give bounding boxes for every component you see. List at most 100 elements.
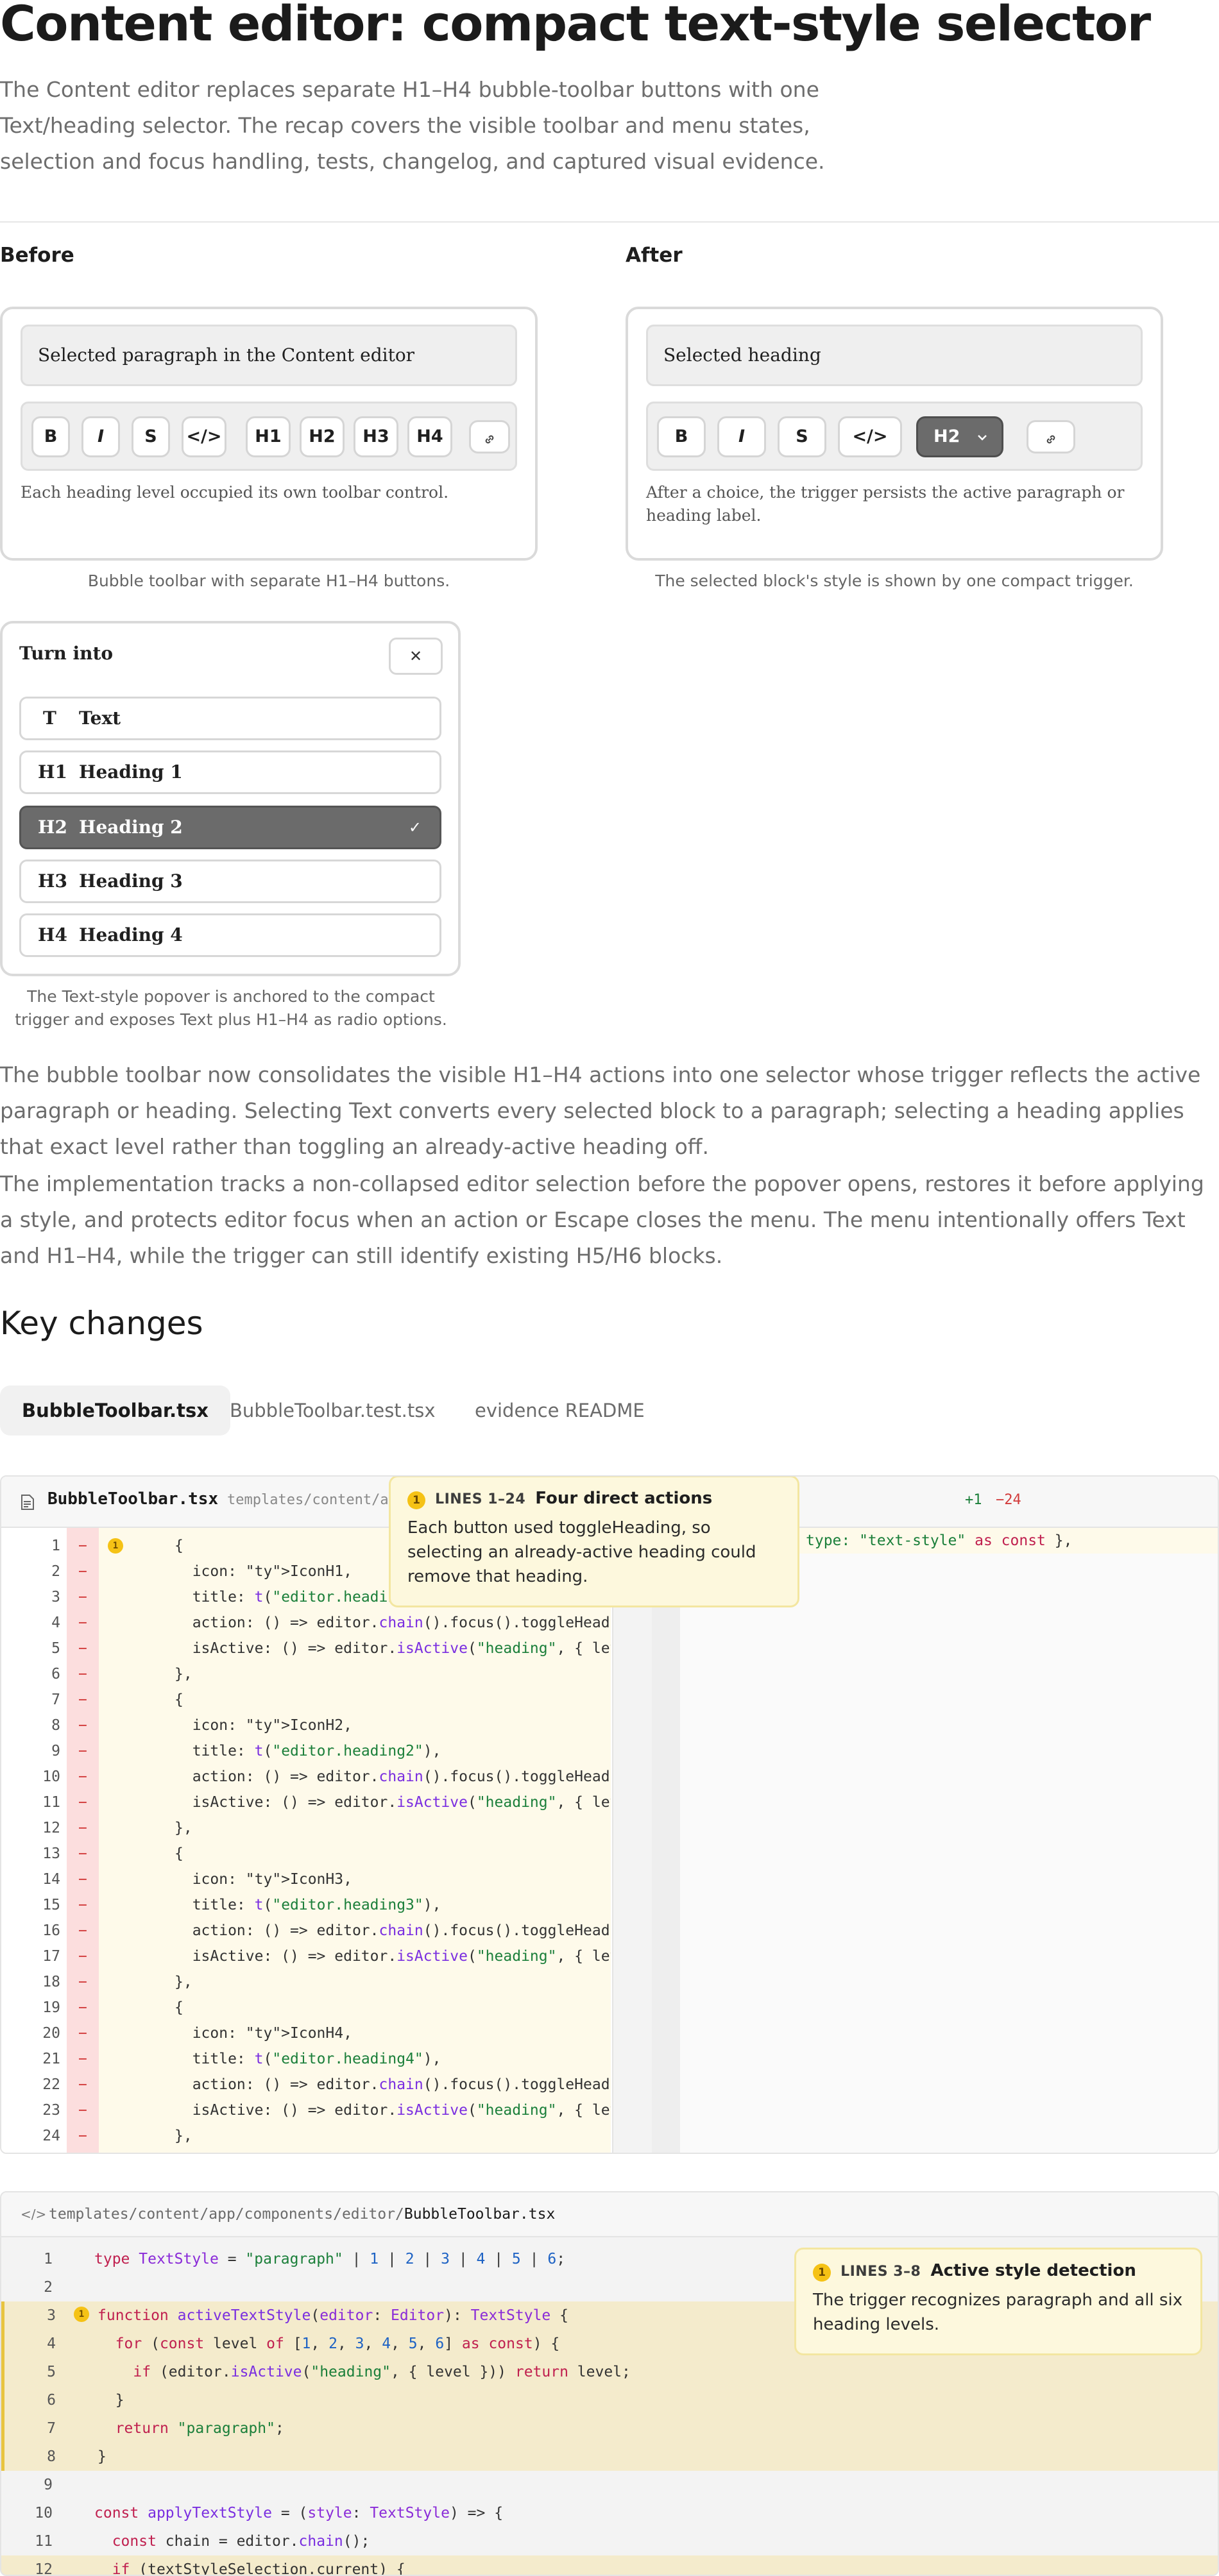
menu-item-heading-2[interactable]: H2 Heading 2 ✓ — [19, 806, 441, 849]
code-text: }, — [175, 1974, 192, 1990]
code-text: action: () => editor.chain().focus().tog… — [175, 1922, 611, 1939]
menu-item-text[interactable]: T Text — [19, 697, 441, 740]
before-caption: Bubble toolbar with separate H1–H4 butto… — [87, 572, 450, 590]
code-path: templates/content/app/components/editor/… — [49, 2206, 556, 2223]
removed-marker: − — [78, 1794, 87, 1811]
diff-viewer: BubbleToolbar.tsx templates/content/a +1… — [0, 1475, 1219, 2154]
close-button[interactable]: ✕ — [389, 638, 443, 675]
menu-caption: The Text-style popover is anchored to th… — [15, 987, 447, 1029]
link-button[interactable] — [469, 420, 510, 453]
code-text: icon: "ty">IconH3, — [175, 1871, 352, 1888]
code-text: { — [175, 1845, 183, 1862]
line-number: 17 — [42, 1948, 60, 1965]
diff-file-name: BubbleToolbar.tsx — [47, 1489, 219, 1509]
code-text: title: t("editor.heading2"), — [175, 1743, 441, 1759]
after-note: After a choice, the trigger persists the… — [646, 483, 1125, 525]
close-icon: ✕ — [409, 647, 423, 665]
removed-marker: − — [78, 1717, 87, 1734]
code-text: }, — [175, 1666, 192, 1682]
line-number: 13 — [42, 1845, 60, 1862]
line-number: 8 — [51, 1717, 60, 1734]
removed-marker: − — [78, 1820, 87, 1836]
diff-line: 4 − action: () => editor.chain().focus().… — [1, 1610, 611, 1636]
line-number: 1 — [51, 1538, 60, 1554]
italic-button[interactable]: I — [81, 416, 120, 457]
callout-body: Each button used toggleHeading, so selec… — [407, 1518, 756, 1586]
code-line: 12 if (textStyleSelection.current) { — [1, 2555, 1218, 2575]
line-number: 24 — [42, 2128, 60, 2144]
diff-line: 13 − { — [1, 1841, 611, 1867]
menu-item-heading-3[interactable]: H3 Heading 3 — [19, 860, 441, 903]
code-icon: </> — [21, 2207, 47, 2222]
right-code-line: type: "text-style" as const }, — [806, 1532, 1073, 1549]
tab-bubbletoolbar[interactable]: BubbleToolbar.tsx — [0, 1385, 230, 1436]
code-button[interactable]: </> — [182, 416, 226, 457]
code-text: isActive: () => editor.isActive("heading… — [175, 1640, 611, 1657]
diff-line: 16 − action: () => editor.chain().focus()… — [1, 1918, 611, 1944]
menu-item-label: Heading 2 — [79, 817, 183, 838]
removed-marker: − — [78, 2128, 87, 2144]
code-line: 7 return "paragraph"; — [1, 2414, 1218, 2443]
removed-marker: − — [78, 1640, 87, 1657]
code-text: action: () => editor.chain().focus().tog… — [175, 2076, 611, 2093]
h1-button[interactable]: H1 — [246, 416, 291, 457]
removed-marker: − — [78, 1614, 87, 1631]
after-toolbar: B I S </> H2 — [646, 402, 1143, 471]
bold-button[interactable]: B — [31, 416, 70, 457]
menu-item-heading-4[interactable]: H4 Heading 4 — [19, 913, 441, 957]
line-number: 6 — [51, 1666, 60, 1682]
italic-button[interactable]: I — [717, 416, 766, 457]
h2-button[interactable]: H2 — [300, 416, 345, 457]
code-text: { — [175, 1999, 183, 2016]
diff-line: 23 − isActive: () => editor.isActive("hea… — [1, 2097, 611, 2123]
line-gutter — [613, 1528, 652, 2153]
popover-title: Turn into — [19, 643, 114, 664]
diff-added-count: +1 — [965, 1492, 982, 1508]
h3-button[interactable]: H3 — [354, 416, 398, 457]
diff-left-pane: 1−{1 2− icon: "ty">IconH1, 3− title: t("ed… — [1, 1528, 611, 2153]
line-number: 22 — [42, 2076, 60, 2093]
diff-line: 19 − { — [1, 1995, 611, 2021]
after-card: Selected heading B I S </> H2 After a ch… — [626, 307, 1163, 561]
h4-icon: H4 — [38, 924, 67, 945]
diff-line: 9 − title: t("editor.heading2"), — [1, 1738, 611, 1764]
marker-gutter — [652, 1528, 680, 2153]
strike-button[interactable]: S — [132, 416, 170, 457]
diff-line: 10 − action: () => editor.chain().focus()… — [1, 1764, 611, 1790]
code-header: </> templates/content/app/components/edi… — [1, 2192, 1218, 2237]
callout-badge: 1 — [407, 1491, 425, 1509]
removed-marker: − — [78, 2051, 87, 2067]
diff-line: 7 − { — [1, 1687, 611, 1713]
code-text: action: () => editor.chain().focus().tog… — [175, 1614, 611, 1631]
diff-line: 6 −}, — [1, 1661, 611, 1687]
code-line: 9 — [44, 2477, 53, 2493]
removed-marker: − — [78, 1948, 87, 1965]
removed-marker: − — [78, 1974, 87, 1990]
check-icon: ✓ — [408, 818, 422, 836]
line-number: 9 — [51, 1743, 60, 1759]
code-text: title: t("editor.heading3"), — [175, 1897, 441, 1913]
bold-button[interactable]: B — [657, 416, 706, 457]
diff-line: 22 − action: () => editor.chain().focus()… — [1, 2072, 611, 2097]
line-number: 19 — [42, 1999, 60, 2016]
line-number: 4 — [51, 1614, 60, 1631]
turn-into-popover: Turn into ✕ T Text H1 Heading 1 H2 Headi… — [0, 621, 461, 976]
code-text: }, — [175, 1820, 192, 1836]
tab-evidence-readme[interactable]: evidence README — [453, 1385, 667, 1436]
after-label: After — [626, 244, 683, 267]
after-caption: The selected block's style is shown by o… — [655, 572, 1134, 590]
line-number: 23 — [42, 2102, 60, 2119]
menu-item-heading-1[interactable]: H1 Heading 1 — [19, 750, 441, 794]
h4-button[interactable]: H4 — [407, 416, 452, 457]
removed-marker: − — [78, 1538, 87, 1554]
text-style-trigger[interactable]: H2 — [916, 416, 1003, 457]
callout-title: Active style detection — [930, 2261, 1136, 2280]
code-button[interactable]: </> — [838, 416, 902, 457]
code-text: icon: "ty">IconH2, — [175, 1717, 352, 1734]
after-selection: Selected heading — [646, 325, 1143, 386]
link-button[interactable] — [1027, 420, 1075, 453]
code-text: title: t("editor.heading4"), — [175, 2051, 441, 2067]
chevron-down-icon — [978, 435, 987, 441]
strike-button[interactable]: S — [778, 416, 826, 457]
tab-bubbletoolbar-test[interactable]: BubbleToolbar.test.tsx — [208, 1385, 457, 1436]
